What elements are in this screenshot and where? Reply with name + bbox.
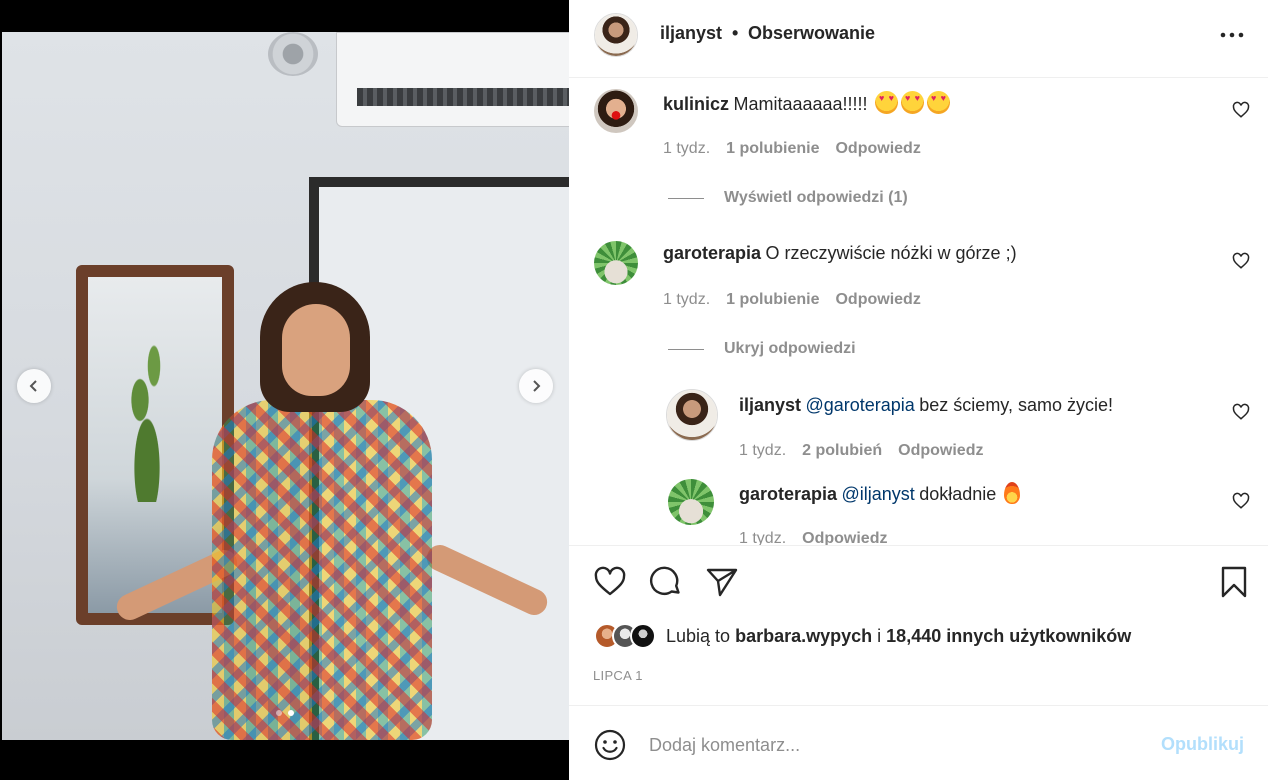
reply-username[interactable]: garoterapia	[739, 484, 837, 504]
reply-username[interactable]: iljanyst	[739, 395, 801, 415]
reply-meta: 1 tydz. Odpowiedz	[739, 530, 887, 545]
comment-meta: 1 tydz. 1 polubienie Odpowiedz	[663, 140, 921, 158]
reply-like-heart-icon[interactable]	[1232, 403, 1250, 421]
post-header: iljanyst • Obserwowanie	[569, 0, 1268, 78]
hide-replies-label: Ukryj odpowiedzi	[724, 340, 856, 357]
view-replies-label: Wyświetl odpowiedzi (1)	[724, 189, 908, 206]
comment-like-heart-icon[interactable]	[1232, 101, 1250, 119]
post-photo	[2, 32, 569, 740]
reply-text: bez ściemy, samo życie!	[919, 395, 1114, 415]
comment-time[interactable]: 1 tydz.	[663, 140, 710, 158]
add-comment-bar: Opublikuj	[569, 705, 1268, 780]
reply-time[interactable]: 1 tydz.	[739, 530, 786, 545]
heart-eyes-emoji	[901, 91, 924, 114]
send-icon[interactable]	[705, 565, 739, 599]
comment-icon[interactable]	[649, 565, 683, 599]
reply-mention-link[interactable]: @garoterapia	[805, 395, 914, 415]
carousel-dot	[275, 710, 282, 716]
commenter-avatar[interactable]	[594, 241, 638, 285]
header-separator: •	[732, 23, 739, 43]
carousel-dot-active	[287, 710, 294, 716]
carousel-prev-button[interactable]	[17, 369, 51, 403]
commenter-avatar[interactable]	[594, 89, 638, 133]
likes-text: Lubią to barbara.wypych i 18,440 innych …	[666, 626, 1131, 647]
author-avatar[interactable]	[594, 13, 638, 57]
reply-button[interactable]: Odpowiedz	[898, 442, 983, 460]
comment-text: O rzeczywiście nóżki w górze ;)	[765, 243, 1017, 263]
follow-status-button[interactable]: Obserwowanie	[748, 23, 875, 44]
liker-avatar[interactable]	[630, 623, 656, 649]
bookmark-icon[interactable]	[1217, 565, 1251, 599]
carousel-next-button[interactable]	[519, 369, 553, 403]
reply-button[interactable]: Odpowiedz	[802, 530, 887, 545]
author-username[interactable]: iljanyst	[660, 23, 722, 44]
comment-body: kulinicz Mamitaaaaaa!!!!!	[663, 91, 950, 115]
comment-likes[interactable]: 1 polubienie	[726, 140, 819, 158]
comment-like-heart-icon[interactable]	[1232, 252, 1250, 270]
comment-text: Mamitaaaaaa!!!!!	[733, 94, 868, 114]
reply-button[interactable]: Odpowiedz	[835, 291, 920, 309]
reply-avatar[interactable]	[666, 389, 718, 441]
smiley-icon[interactable]	[593, 728, 627, 762]
likes-prefix: Lubią to	[666, 625, 731, 646]
toggle-line	[668, 348, 704, 350]
carousel-indicator	[0, 710, 569, 716]
air-conditioner	[336, 32, 569, 127]
likes-summary: Lubią to barbara.wypych i 18,440 innych …	[594, 623, 1131, 649]
reply-time[interactable]: 1 tydz.	[739, 442, 786, 460]
heart-eyes-emoji	[875, 91, 898, 114]
fire-emoji	[1003, 482, 1020, 504]
reply-body: garoterapia @iljanyst dokładnie	[739, 482, 1020, 505]
likes-conj: i	[877, 625, 882, 646]
comment-body: garoterapia O rzeczywiście nóżki w górze…	[663, 243, 1017, 264]
view-replies-toggle[interactable]: Wyświetl odpowiedzi (1)	[668, 189, 908, 207]
likes-others-link[interactable]: 18,440 innych użytkowników	[886, 626, 1131, 646]
reply-text: dokładnie	[919, 484, 997, 504]
comment-meta: 1 tydz. 1 polubienie Odpowiedz	[663, 291, 921, 309]
reply-avatar[interactable]	[668, 479, 714, 525]
toggle-line	[668, 197, 704, 199]
wall-vent	[268, 32, 318, 76]
comment-likes[interactable]: 1 polubienie	[726, 291, 819, 309]
comment-username[interactable]: kulinicz	[663, 94, 729, 114]
reply-likes[interactable]: 2 polubień	[802, 442, 882, 460]
hide-replies-toggle[interactable]: Ukryj odpowiedzi	[668, 340, 856, 358]
post-sidebar: iljanyst • Obserwowanie kulinicz Mamitaa…	[569, 0, 1268, 780]
post-date[interactable]: LIPCA 1	[593, 668, 643, 683]
post-media	[0, 0, 569, 780]
post-actions: Lubią to barbara.wypych i 18,440 innych …	[569, 545, 1268, 705]
chevron-right-icon	[533, 380, 541, 392]
chevron-left-icon	[29, 380, 37, 392]
reply-body: iljanyst @garoterapia bez ściemy, samo ż…	[739, 395, 1113, 416]
reply-mention-link[interactable]: @iljanyst	[842, 484, 915, 504]
more-horizontal-icon[interactable]	[1219, 22, 1245, 48]
reply-like-heart-icon[interactable]	[1232, 492, 1250, 510]
reply-meta: 1 tydz. 2 polubień Odpowiedz	[739, 442, 983, 460]
heart-icon[interactable]	[593, 565, 627, 599]
instagram-post: iljanyst • Obserwowanie kulinicz Mamitaa…	[0, 0, 1268, 780]
publish-button[interactable]: Opublikuj	[1161, 734, 1244, 755]
comment-time[interactable]: 1 tydz.	[663, 291, 710, 309]
comment-input[interactable]	[649, 730, 1129, 760]
likes-user-link[interactable]: barbara.wypych	[735, 626, 872, 646]
woman-in-patterned-dress	[112, 282, 552, 740]
reply-button[interactable]: Odpowiedz	[835, 140, 920, 158]
comments-list[interactable]: kulinicz Mamitaaaaaa!!!!! 1 tydz. 1 polu…	[569, 79, 1268, 545]
heart-eyes-emoji	[927, 91, 950, 114]
comment-username[interactable]: garoterapia	[663, 243, 761, 263]
